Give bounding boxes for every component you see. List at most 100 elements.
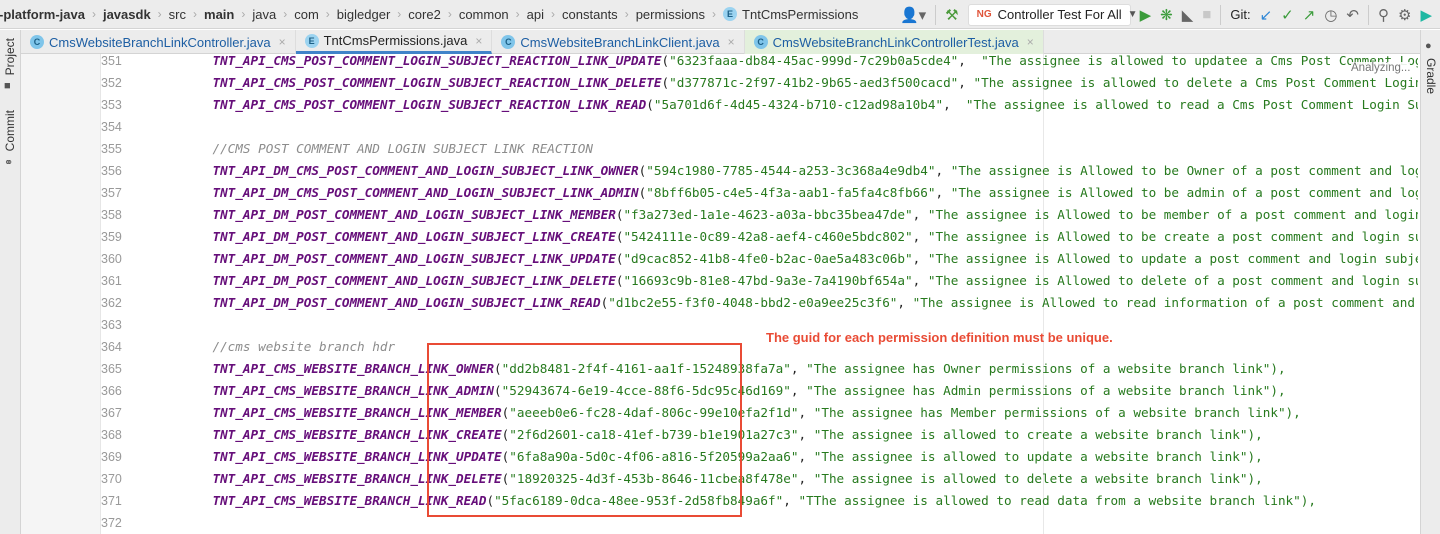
description-string: "The assignee is Allowed to be member of… <box>927 207 1418 222</box>
description-string: "The assignee is Allowed to be admin of … <box>950 185 1418 200</box>
code-comment: //cms website branch hdr <box>212 339 396 354</box>
code-line: 366 TNT_API_CMS_WEBSITE_BRANCH_LINK_ADMI… <box>101 380 1418 402</box>
close-icon[interactable]: × <box>728 35 735 49</box>
code-line: 361 TNT_API_DM_POST_COMMENT_AND_LOGIN_SU… <box>101 270 1418 292</box>
description-string: "The assignee is allowed to update a web… <box>813 449 1263 464</box>
commit-tool-button[interactable]: Commit <box>3 110 17 151</box>
toolbar: 👤▾ ⚒ NG Controller Test For All ▼ ▶ ❋ ◣ … <box>900 0 1440 29</box>
search-icon[interactable]: ⚲ <box>1378 6 1389 24</box>
line-number: 358 <box>101 208 122 222</box>
line-number: 371 <box>101 494 122 508</box>
breadcrumb-label: permissions <box>635 6 706 22</box>
history-clock-icon[interactable]: ◷ <box>1324 6 1337 24</box>
separator: , <box>958 53 982 68</box>
breadcrumb-label: java <box>252 6 277 22</box>
breadcrumb-label: TntCmsPermissions <box>742 6 859 22</box>
code-text: TNT_API_CMS_POST_COMMENT_LOGIN_SUBJECT_R… <box>182 94 1418 116</box>
constant-name: TNT_API_DM_CMS_POST_COMMENT_AND_LOGIN_SU… <box>212 163 639 178</box>
enum-icon: E <box>723 7 738 21</box>
line-number: 362 <box>101 296 122 310</box>
guid-string: "d9cac852-41b8-4fe0-b2ac-0ae5a483c06b" <box>623 251 913 266</box>
tab-label: TntCmsPermissions.java <box>323 33 468 48</box>
chevron-right-icon: › <box>447 7 452 21</box>
git-commit-icon[interactable]: ✓ <box>1281 6 1294 24</box>
constant-name: TNT_API_CMS_POST_COMMENT_LOGIN_SUBJECT_R… <box>212 53 662 68</box>
close-icon[interactable]: × <box>475 34 482 48</box>
breadcrumb-item[interactable]: api <box>527 7 544 22</box>
breadcrumb-item[interactable]: src <box>169 7 186 22</box>
code-line: 354 <box>101 116 1418 138</box>
separator: , <box>798 405 814 420</box>
gear-icon[interactable]: ⚙ <box>1398 6 1411 24</box>
chevron-right-icon: › <box>91 7 96 21</box>
separator: , <box>935 163 951 178</box>
close-icon[interactable]: × <box>1027 35 1034 49</box>
separator: , <box>912 229 928 244</box>
chevron-right-icon: › <box>283 7 288 21</box>
guid-string: "16693c9b-81e8-47bd-9a3e-7a4190bf654a" <box>623 273 913 288</box>
run-config-label: Controller Test For All <box>997 7 1122 22</box>
breadcrumb-item[interactable]: bigledger <box>337 7 391 22</box>
build-hammer-icon[interactable]: ⚒ <box>945 6 958 24</box>
project-tool-button[interactable]: Project <box>3 38 17 75</box>
description-string: "The assignee is Allowed to delete of a … <box>927 273 1418 288</box>
description-string: "The assignee has Member permissions of … <box>813 405 1301 420</box>
constant-name: TNT_API_DM_POST_COMMENT_AND_LOGIN_SUBJEC… <box>212 207 616 222</box>
breadcrumb-label: constants <box>562 6 618 22</box>
breadcrumb-item[interactable]: common <box>459 7 509 22</box>
code-comment: //CMS POST COMMENT AND LOGIN SUBJECT LIN… <box>212 141 593 156</box>
constant-name: TNT_API_CMS_POST_COMMENT_LOGIN_SUBJECT_R… <box>212 75 662 90</box>
breadcrumb-item[interactable]: javasdk <box>103 7 151 22</box>
code-text: TNT_API_DM_CMS_POST_COMMENT_AND_LOGIN_SU… <box>182 160 1418 182</box>
breadcrumb-label: main <box>204 6 235 22</box>
description-string: "The assignee is Allowed to update a pos… <box>927 251 1418 266</box>
breadcrumb-label: common <box>458 6 509 22</box>
rollback-icon[interactable]: ↶ <box>1346 6 1359 24</box>
git-update-icon[interactable]: ↙ <box>1260 6 1273 24</box>
line-number: 357 <box>101 186 122 200</box>
git-push-icon[interactable]: ↗ <box>1303 6 1316 24</box>
divider <box>1220 4 1222 25</box>
description-string: "The assignee has Admin permissions of a… <box>806 383 1286 398</box>
constant-name: TNT_API_DM_POST_COMMENT_AND_LOGIN_SUBJEC… <box>212 251 616 266</box>
code-editor[interactable]: 351 TNT_API_CMS_POST_COMMENT_LOGIN_SUBJE… <box>101 50 1418 534</box>
code-line: 358 TNT_API_DM_POST_COMMENT_AND_LOGIN_SU… <box>101 204 1418 226</box>
breadcrumb-item[interactable]: permissions <box>636 7 705 22</box>
testng-icon: NG <box>976 9 992 20</box>
run-icon[interactable]: ▶ <box>1140 6 1152 24</box>
separator: , <box>798 471 814 486</box>
guid-string: "f3a273ed-1a1e-4623-a03a-bbc35bea47de" <box>623 207 913 222</box>
tab-label: CmsWebsiteBranchLinkController.java <box>49 34 271 50</box>
stop-icon[interactable]: ■ <box>1202 6 1211 23</box>
line-number: 368 <box>101 428 122 442</box>
breadcrumb-item[interactable]: com <box>294 7 319 22</box>
run-config-select[interactable]: NG Controller Test For All ▼ <box>967 3 1138 26</box>
debug-bug-icon[interactable]: ❋ <box>1160 6 1173 24</box>
left-tool-stripe: Project ■ Commit ⚭ <box>0 30 21 534</box>
breadcrumb-item[interactable]: core2 <box>408 7 441 22</box>
line-number: 365 <box>101 362 122 376</box>
code-line: 372 <box>101 512 1418 534</box>
code-line: 352 TNT_API_CMS_POST_COMMENT_LOGIN_SUBJE… <box>101 72 1418 94</box>
breadcrumb-item[interactable]: main <box>204 7 234 22</box>
separator: , <box>798 427 814 442</box>
close-icon[interactable]: × <box>279 35 286 49</box>
toolbox-logo-icon[interactable]: ▶ <box>1420 6 1432 24</box>
enum-icon: E <box>304 33 319 48</box>
breadcrumb-item[interactable]: constants <box>562 7 618 22</box>
guid-string: "5a701d6f-4d45-4324-b710-c12ad98a10b4" <box>653 97 944 112</box>
breadcrumb-label: core2 <box>408 6 441 22</box>
annotation-note: The guid for each permission definition … <box>766 330 1113 345</box>
separator: , <box>790 383 807 398</box>
user-icon[interactable]: 👤▾ <box>900 6 926 24</box>
description-string: "The assignee is allowed to create a web… <box>813 427 1263 442</box>
breadcrumb-item[interactable]: -platform-java <box>0 7 85 22</box>
gradle-tool-button[interactable]: Gradle <box>1424 58 1438 94</box>
breadcrumb-item[interactable]: java <box>252 7 276 22</box>
description-string: "The assignee is Allowed to be create a … <box>927 229 1418 244</box>
breadcrumb-item[interactable]: E TntCmsPermissions <box>723 7 858 22</box>
breadcrumb-label: api <box>526 6 545 22</box>
coverage-icon[interactable]: ◣ <box>1182 6 1194 24</box>
